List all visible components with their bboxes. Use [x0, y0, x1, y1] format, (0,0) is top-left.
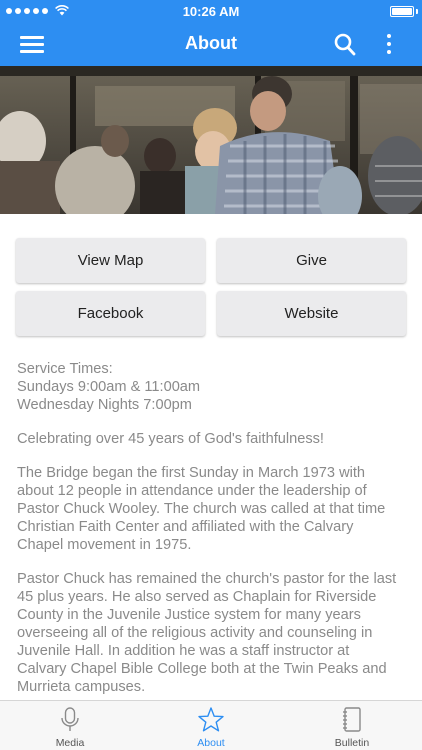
battery-icon [390, 6, 414, 17]
history-line: The Bridge began the first Sunday in Mar… [17, 465, 366, 481]
tab-bulletin[interactable]: Bulletin [282, 701, 422, 750]
history-line: Chapel movement in 1975. [17, 537, 192, 553]
pastor-line: Juvenile Hall. In addition he was a staf… [17, 643, 350, 659]
status-bar: 10:26 AM [0, 0, 422, 22]
search-icon[interactable] [334, 32, 356, 56]
tab-media-label: Media [55, 737, 85, 749]
service-times-heading: Service Times: [17, 361, 113, 377]
vertical-ellipsis-icon[interactable] [381, 32, 397, 56]
notebook-icon [343, 707, 361, 732]
hero-photo [0, 66, 422, 214]
status-time: 10:26 AM [182, 4, 240, 19]
service-times: Service Times: Sundays 9:00am & 11:00am … [17, 360, 412, 414]
view-map-button[interactable]: View Map [16, 238, 205, 283]
tab-bar: Media About Bulletin [0, 700, 422, 750]
nav-bar: About [0, 22, 422, 66]
pastor-line: 45 plus years. He also served as Chaplai… [17, 589, 377, 605]
give-button[interactable]: Give [217, 238, 406, 283]
tab-about[interactable]: About [141, 701, 281, 750]
tab-media[interactable]: Media [0, 701, 140, 750]
pastor-line: County in the Juvenile Justice system fo… [17, 607, 361, 623]
service-times-wednesday: Wednesday Nights 7:00pm [17, 397, 192, 413]
pastor-paragraph: Pastor Chuck has remained the church's p… [17, 570, 412, 696]
history-line: Christian Faith Center and affiliated wi… [17, 519, 354, 535]
star-icon [198, 707, 224, 732]
history-paragraph: The Bridge began the first Sunday in Mar… [17, 464, 412, 554]
pastor-line: Pastor Chuck has remained the church's p… [17, 571, 397, 587]
hero-photo-illustration [0, 66, 422, 214]
tab-bulletin-label: Bulletin [334, 737, 370, 749]
page-title: About [185, 33, 237, 53]
service-times-sunday: Sundays 9:00am & 11:00am [17, 379, 201, 395]
tab-about-label: About [197, 737, 225, 749]
website-button[interactable]: Website [217, 291, 406, 336]
pastor-line: overseeing all of the religious activity… [17, 625, 373, 641]
history-line: about 12 people in attendance under the … [17, 483, 367, 499]
pastor-line: Calvary Chapel Bible College both at the… [17, 661, 387, 677]
about-content: Service Times: Sundays 9:00am & 11:00am … [17, 360, 412, 712]
pastor-line: Murrieta campuses. [17, 679, 146, 695]
history-line: Pastor Chuck Wooley. The church was call… [17, 501, 386, 517]
celebrating-text: Celebrating over 45 years of God's faith… [17, 431, 324, 447]
microphone-icon [61, 707, 79, 731]
facebook-button[interactable]: Facebook [16, 291, 205, 336]
